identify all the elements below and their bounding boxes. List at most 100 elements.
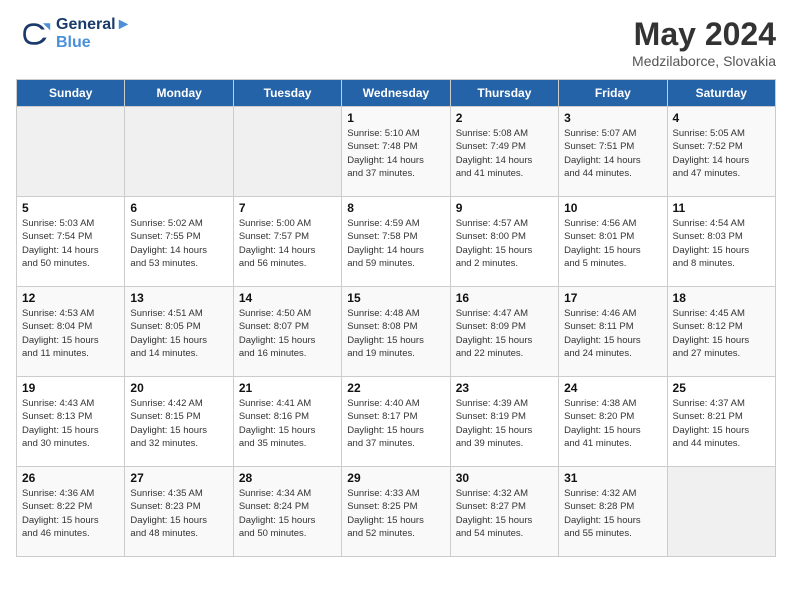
- day-number: 9: [456, 201, 553, 215]
- cell-info: Sunrise: 4:48 AMSunset: 8:08 PMDaylight:…: [347, 307, 444, 360]
- calendar-cell: 9 Sunrise: 4:57 AMSunset: 8:00 PMDaylight…: [450, 197, 558, 287]
- day-number: 29: [347, 471, 444, 485]
- cell-info: Sunrise: 5:02 AMSunset: 7:55 PMDaylight:…: [130, 217, 227, 270]
- cell-info: Sunrise: 4:43 AMSunset: 8:13 PMDaylight:…: [22, 397, 119, 450]
- calendar-cell: 14 Sunrise: 4:50 AMSunset: 8:07 PMDayligh…: [233, 287, 341, 377]
- day-number: 25: [673, 381, 770, 395]
- cell-info: Sunrise: 4:35 AMSunset: 8:23 PMDaylight:…: [130, 487, 227, 540]
- day-number: 12: [22, 291, 119, 305]
- cell-info: Sunrise: 4:32 AMSunset: 8:28 PMDaylight:…: [564, 487, 661, 540]
- dow-header-sunday: Sunday: [17, 80, 125, 107]
- calendar-cell: 15 Sunrise: 4:48 AMSunset: 8:08 PMDayligh…: [342, 287, 450, 377]
- calendar-cell: 22Sunrise: 4:40 AMSunset: 8:17 PMDayligh…: [342, 377, 450, 467]
- week-row-5: 26 Sunrise: 4:36 AMSunset: 8:22 PMDayligh…: [17, 467, 776, 557]
- cell-info: Sunrise: 4:33 AMSunset: 8:25 PMDaylight:…: [347, 487, 444, 540]
- day-number: 21: [239, 381, 336, 395]
- day-number: 26: [22, 471, 119, 485]
- cell-info: Sunrise: 4:39 AMSunset: 8:19 PMDaylight:…: [456, 397, 553, 450]
- calendar-cell: 3Sunrise: 5:07 AMSunset: 7:51 PMDaylight…: [559, 107, 667, 197]
- page-header: General► Blue May 2024 Medzilaborce, Slo…: [16, 16, 776, 69]
- calendar-cell: 23 Sunrise: 4:39 AMSunset: 8:19 PMDayligh…: [450, 377, 558, 467]
- cell-info: Sunrise: 4:42 AMSunset: 8:15 PMDaylight:…: [130, 397, 227, 450]
- calendar-cell: 10Sunrise: 4:56 AMSunset: 8:01 PMDayligh…: [559, 197, 667, 287]
- cell-info: Sunrise: 4:53 AMSunset: 8:04 PMDaylight:…: [22, 307, 119, 360]
- day-number: 15: [347, 291, 444, 305]
- day-number: 28: [239, 471, 336, 485]
- day-number: 18: [673, 291, 770, 305]
- dow-header-friday: Friday: [559, 80, 667, 107]
- calendar-table: SundayMondayTuesdayWednesdayThursdayFrid…: [16, 79, 776, 557]
- cell-info: Sunrise: 4:45 AMSunset: 8:12 PMDaylight:…: [673, 307, 770, 360]
- cell-info: Sunrise: 4:41 AMSunset: 8:16 PMDaylight:…: [239, 397, 336, 450]
- calendar-cell: 20 Sunrise: 4:42 AMSunset: 8:15 PMDayligh…: [125, 377, 233, 467]
- cell-info: Sunrise: 4:59 AMSunset: 7:58 PMDaylight:…: [347, 217, 444, 270]
- cell-info: Sunrise: 4:57 AMSunset: 8:00 PMDaylight:…: [456, 217, 553, 270]
- logo-icon: [16, 16, 52, 52]
- calendar-cell: 13 Sunrise: 4:51 AMSunset: 8:05 PMDayligh…: [125, 287, 233, 377]
- calendar-cell: 29 Sunrise: 4:33 AMSunset: 8:25 PMDayligh…: [342, 467, 450, 557]
- week-row-3: 12 Sunrise: 4:53 AMSunset: 8:04 PMDayligh…: [17, 287, 776, 377]
- day-number: 23: [456, 381, 553, 395]
- calendar-cell: 17Sunrise: 4:46 AMSunset: 8:11 PMDayligh…: [559, 287, 667, 377]
- dow-header-wednesday: Wednesday: [342, 80, 450, 107]
- month-year: May 2024: [632, 16, 776, 53]
- day-number: 30: [456, 471, 553, 485]
- calendar-cell: [233, 107, 341, 197]
- calendar-cell: 1 Sunrise: 5:10 AMSunset: 7:48 PMDaylight…: [342, 107, 450, 197]
- calendar-cell: [667, 467, 775, 557]
- cell-info: Sunrise: 4:36 AMSunset: 8:22 PMDaylight:…: [22, 487, 119, 540]
- cell-info: Sunrise: 4:37 AMSunset: 8:21 PMDaylight:…: [673, 397, 770, 450]
- day-number: 2: [456, 111, 553, 125]
- logo: General► Blue: [16, 16, 131, 52]
- day-number: 3: [564, 111, 661, 125]
- cell-info: Sunrise: 5:10 AMSunset: 7:48 PMDaylight:…: [347, 127, 444, 180]
- cell-info: Sunrise: 4:38 AMSunset: 8:20 PMDaylight:…: [564, 397, 661, 450]
- calendar-cell: 28 Sunrise: 4:34 AMSunset: 8:24 PMDayligh…: [233, 467, 341, 557]
- day-number: 31: [564, 471, 661, 485]
- calendar-cell: 26 Sunrise: 4:36 AMSunset: 8:22 PMDayligh…: [17, 467, 125, 557]
- day-number: 1: [347, 111, 444, 125]
- cell-info: Sunrise: 4:34 AMSunset: 8:24 PMDaylight:…: [239, 487, 336, 540]
- calendar-cell: 24Sunrise: 4:38 AMSunset: 8:20 PMDayligh…: [559, 377, 667, 467]
- cell-info: Sunrise: 4:50 AMSunset: 8:07 PMDaylight:…: [239, 307, 336, 360]
- dow-header-monday: Monday: [125, 80, 233, 107]
- cell-info: Sunrise: 5:03 AMSunset: 7:54 PMDaylight:…: [22, 217, 119, 270]
- cell-info: Sunrise: 4:56 AMSunset: 8:01 PMDaylight:…: [564, 217, 661, 270]
- calendar-cell: 18 Sunrise: 4:45 AMSunset: 8:12 PMDayligh…: [667, 287, 775, 377]
- cell-info: Sunrise: 4:54 AMSunset: 8:03 PMDaylight:…: [673, 217, 770, 270]
- location: Medzilaborce, Slovakia: [632, 53, 776, 69]
- dow-header-saturday: Saturday: [667, 80, 775, 107]
- calendar-cell: 11 Sunrise: 4:54 AMSunset: 8:03 PMDayligh…: [667, 197, 775, 287]
- cell-info: Sunrise: 5:00 AMSunset: 7:57 PMDaylight:…: [239, 217, 336, 270]
- day-number: 19: [22, 381, 119, 395]
- day-number: 4: [673, 111, 770, 125]
- day-number: 11: [673, 201, 770, 215]
- cell-info: Sunrise: 4:46 AMSunset: 8:11 PMDaylight:…: [564, 307, 661, 360]
- day-number: 8: [347, 201, 444, 215]
- calendar-cell: 30Sunrise: 4:32 AMSunset: 8:27 PMDayligh…: [450, 467, 558, 557]
- day-number: 20: [130, 381, 227, 395]
- day-number: 16: [456, 291, 553, 305]
- day-number: 13: [130, 291, 227, 305]
- calendar-cell: [17, 107, 125, 197]
- calendar-cell: 27 Sunrise: 4:35 AMSunset: 8:23 PMDayligh…: [125, 467, 233, 557]
- calendar-cell: [125, 107, 233, 197]
- calendar-cell: 16Sunrise: 4:47 AMSunset: 8:09 PMDayligh…: [450, 287, 558, 377]
- day-number: 5: [22, 201, 119, 215]
- cell-info: Sunrise: 4:51 AMSunset: 8:05 PMDaylight:…: [130, 307, 227, 360]
- calendar-cell: 25 Sunrise: 4:37 AMSunset: 8:21 PMDayligh…: [667, 377, 775, 467]
- dow-header-tuesday: Tuesday: [233, 80, 341, 107]
- calendar-cell: 21 Sunrise: 4:41 AMSunset: 8:16 PMDayligh…: [233, 377, 341, 467]
- day-number: 27: [130, 471, 227, 485]
- days-of-week-row: SundayMondayTuesdayWednesdayThursdayFrid…: [17, 80, 776, 107]
- day-number: 7: [239, 201, 336, 215]
- day-number: 14: [239, 291, 336, 305]
- cell-info: Sunrise: 5:05 AMSunset: 7:52 PMDaylight:…: [673, 127, 770, 180]
- calendar-cell: 7 Sunrise: 5:00 AMSunset: 7:57 PMDaylight…: [233, 197, 341, 287]
- calendar-cell: 19 Sunrise: 4:43 AMSunset: 8:13 PMDayligh…: [17, 377, 125, 467]
- calendar-body: 1 Sunrise: 5:10 AMSunset: 7:48 PMDaylight…: [17, 107, 776, 557]
- week-row-4: 19 Sunrise: 4:43 AMSunset: 8:13 PMDayligh…: [17, 377, 776, 467]
- calendar-cell: 8 Sunrise: 4:59 AMSunset: 7:58 PMDaylight…: [342, 197, 450, 287]
- calendar-cell: 6Sunrise: 5:02 AMSunset: 7:55 PMDaylight…: [125, 197, 233, 287]
- calendar-cell: 12 Sunrise: 4:53 AMSunset: 8:04 PMDayligh…: [17, 287, 125, 377]
